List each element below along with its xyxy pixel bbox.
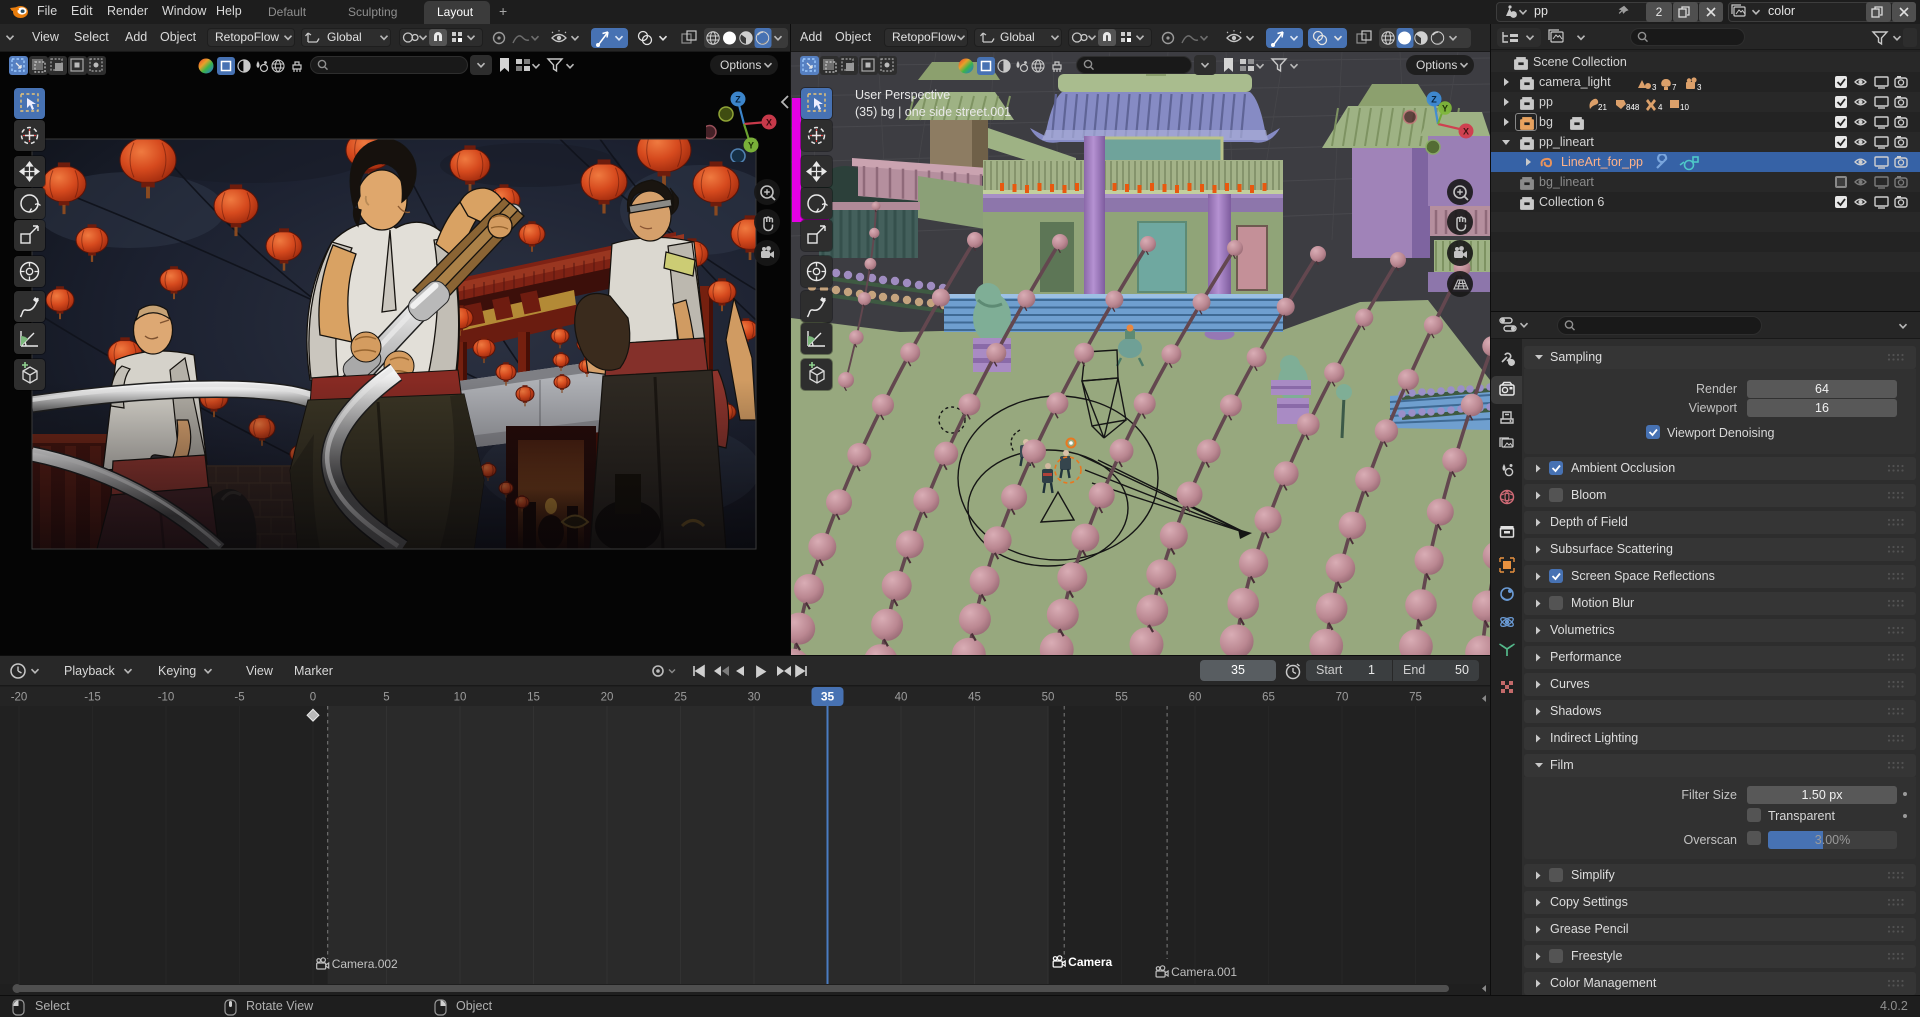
svg-text:70: 70 [1336, 692, 1349, 704]
svg-text:5: 5 [383, 692, 389, 704]
svg-text:15: 15 [527, 692, 540, 704]
svg-text:3: 3 [1652, 83, 1657, 92]
svg-text:848: 848 [1626, 103, 1640, 112]
svg-text:7: 7 [1672, 83, 1677, 92]
svg-text:50: 50 [1042, 692, 1055, 704]
svg-text:10: 10 [1680, 103, 1689, 112]
svg-text:60: 60 [1189, 692, 1202, 704]
svg-text:55: 55 [1115, 692, 1128, 704]
svg-text:Camera: Camera [1068, 955, 1112, 969]
svg-text:25: 25 [674, 692, 687, 704]
svg-text:Z: Z [735, 95, 741, 105]
svg-text:65: 65 [1262, 692, 1275, 704]
svg-text:X: X [766, 118, 772, 128]
svg-text:Camera.001: Camera.001 [1171, 965, 1237, 979]
svg-text:20: 20 [601, 692, 614, 704]
svg-text:21: 21 [1598, 103, 1607, 112]
svg-text:-20: -20 [11, 692, 28, 704]
svg-text:4: 4 [1658, 103, 1663, 112]
svg-text:X: X [1463, 127, 1469, 137]
svg-text:Y: Y [1442, 104, 1448, 114]
svg-text:30: 30 [748, 692, 761, 704]
svg-text:0: 0 [310, 692, 316, 704]
svg-text:75: 75 [1409, 692, 1422, 704]
svg-text:-5: -5 [234, 692, 244, 704]
svg-text:45: 45 [968, 692, 981, 704]
svg-text:3: 3 [1697, 83, 1702, 92]
svg-text:10: 10 [454, 692, 467, 704]
svg-text:Camera.002: Camera.002 [332, 957, 398, 971]
svg-text:35: 35 [821, 690, 835, 704]
svg-text:-10: -10 [158, 692, 175, 704]
svg-text:Y: Y [748, 141, 754, 151]
svg-text:40: 40 [895, 692, 908, 704]
svg-text:Z: Z [1431, 95, 1437, 105]
svg-text:-15: -15 [84, 692, 101, 704]
